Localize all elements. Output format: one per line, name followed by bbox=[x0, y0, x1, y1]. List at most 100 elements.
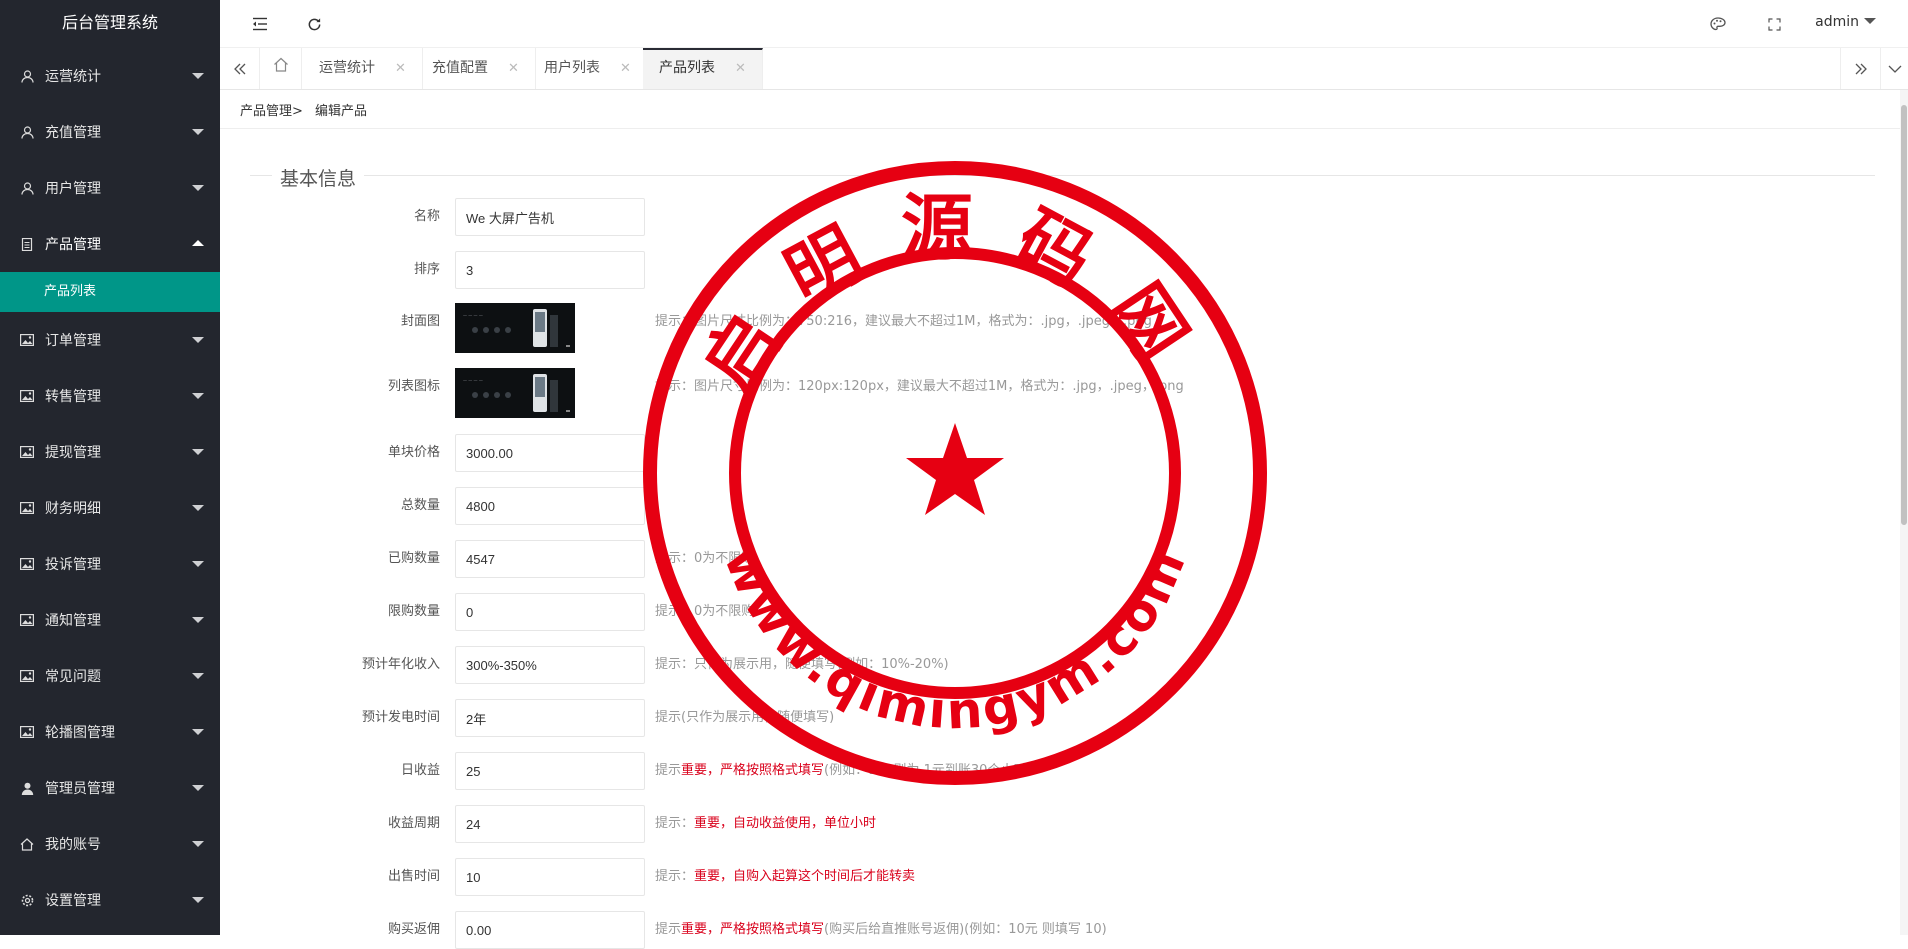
form-row-daily-income: 日收益 提示重要，严格按照格式填写(例如：1元 则为 1元到账30个小时) bbox=[220, 752, 1820, 790]
field-label: 排序 bbox=[413, 262, 440, 277]
form-row-purchased-quantity: 已购数量 提示：0为不限购 bbox=[220, 540, 1820, 578]
gear-icon bbox=[20, 893, 34, 907]
sidebar-item-label: 轮播图管理 bbox=[45, 725, 115, 741]
collapse-menu-icon[interactable] bbox=[250, 14, 270, 34]
purchase-rebate-input[interactable] bbox=[455, 911, 645, 949]
field-label: 列表图标 bbox=[387, 379, 440, 394]
refresh-icon[interactable] bbox=[304, 14, 324, 34]
sidebar-item-my-account[interactable]: 我的账号 bbox=[0, 816, 220, 872]
field-label: 已购数量 bbox=[387, 551, 440, 566]
purchase-limit-input[interactable] bbox=[455, 593, 645, 631]
field-label: 购买返佣 bbox=[387, 922, 440, 937]
form-row-generation-time: 预计发电时间 提示(只作为展示用，随便填写) bbox=[220, 699, 1820, 737]
scroll-left-icon[interactable] bbox=[220, 48, 260, 89]
sidebar-item-faq[interactable]: 常见问题 bbox=[0, 648, 220, 704]
svg-text:— — — —: — — — — bbox=[463, 378, 483, 383]
tab-label: 用户列表 bbox=[544, 60, 600, 76]
form-row-sale-time: 出售时间 提示：重要，自购入起算这个时间后才能转卖 bbox=[220, 858, 1820, 896]
image-icon bbox=[20, 669, 34, 683]
generation-time-input[interactable] bbox=[455, 699, 645, 737]
sale-time-input[interactable] bbox=[455, 858, 645, 896]
tab-recharge-config[interactable]: 充值配置 ✕ bbox=[416, 48, 536, 89]
sidebar-item-products[interactable]: 产品管理 bbox=[0, 216, 220, 272]
home-icon bbox=[20, 837, 34, 851]
sidebar-item-users[interactable]: 用户管理 bbox=[0, 160, 220, 216]
sidebar-item-label: 订单管理 bbox=[45, 333, 101, 349]
daily-income-input[interactable] bbox=[455, 752, 645, 790]
close-icon[interactable]: ✕ bbox=[735, 61, 746, 76]
sidebar-item-label: 充值管理 bbox=[45, 125, 101, 141]
sidebar-item-recharge[interactable]: 充值管理 bbox=[0, 104, 220, 160]
chevron-down-icon bbox=[192, 505, 204, 511]
sidebar-item-finance[interactable]: 财务明细 bbox=[0, 480, 220, 536]
sidebar-item-label: 我的账号 bbox=[45, 837, 101, 853]
user-icon bbox=[20, 125, 34, 139]
income-cycle-input[interactable] bbox=[455, 805, 645, 843]
tab-menu-icon[interactable] bbox=[1880, 48, 1908, 89]
sidebar-item-orders[interactable]: 订单管理 bbox=[0, 312, 220, 368]
tab-home[interactable] bbox=[260, 48, 302, 89]
list-icon-upload[interactable]: — — — — bbox=[455, 368, 575, 418]
field-hint: 提示：0为不限购 bbox=[655, 604, 755, 619]
tab-operations[interactable]: 运营统计 ✕ bbox=[303, 48, 423, 89]
chevron-down-icon bbox=[192, 897, 204, 903]
sidebar-item-label: 投诉管理 bbox=[45, 557, 101, 573]
form-row-annual-income: 预计年化收入 提示：只作为展示用，随便填写(例如：10%-20%) bbox=[220, 646, 1820, 684]
chevron-down-icon bbox=[192, 729, 204, 735]
unit-price-input[interactable] bbox=[455, 434, 645, 472]
form-row-total-quantity: 总数量 bbox=[220, 487, 1820, 525]
sidebar-item-label: 常见问题 bbox=[45, 669, 101, 685]
cover-image-upload[interactable]: — — — — bbox=[455, 303, 575, 353]
close-icon[interactable]: ✕ bbox=[395, 61, 406, 76]
form-row-income-cycle: 收益周期 提示：重要，自动收益使用，单位小时 bbox=[220, 805, 1820, 843]
divider bbox=[220, 128, 1908, 129]
annual-income-input[interactable] bbox=[455, 646, 645, 684]
sidebar-item-label: 设置管理 bbox=[45, 893, 101, 909]
field-label: 单块价格 bbox=[387, 445, 440, 460]
form-row-purchase-rebate: 购买返佣 提示重要，严格按照格式填写(购买后给直推账号返佣)(例如：10元 则填… bbox=[220, 911, 1820, 949]
purchased-quantity-input[interactable] bbox=[455, 540, 645, 578]
field-label: 名称 bbox=[413, 209, 440, 224]
person-icon bbox=[20, 781, 34, 795]
sidebar-item-withdraw[interactable]: 提现管理 bbox=[0, 424, 220, 480]
scrollbar-thumb[interactable] bbox=[1901, 105, 1907, 525]
hint-prefix: 提示 bbox=[655, 763, 682, 778]
form-row-sort: 排序 bbox=[220, 251, 1820, 289]
scroll-right-icon[interactable] bbox=[1840, 48, 1880, 89]
sidebar-item-settings[interactable]: 设置管理 bbox=[0, 872, 220, 928]
sidebar-item-label: 转售管理 bbox=[45, 389, 101, 405]
form-row-unit-price: 单块价格 bbox=[220, 434, 1820, 472]
hint-prefix: 提示： bbox=[655, 869, 695, 884]
sort-input[interactable] bbox=[455, 251, 645, 289]
tab-user-list[interactable]: 用户列表 ✕ bbox=[528, 48, 648, 89]
theme-icon[interactable] bbox=[1708, 14, 1728, 34]
sidebar-item-operations[interactable]: 运营统计 bbox=[0, 48, 220, 104]
sidebar-item-notices[interactable]: 通知管理 bbox=[0, 592, 220, 648]
name-input[interactable] bbox=[455, 198, 645, 236]
fieldset-legend: 基本信息 bbox=[272, 164, 365, 191]
breadcrumb-parent[interactable]: 产品管理> bbox=[240, 104, 303, 119]
fullscreen-icon[interactable] bbox=[1764, 14, 1784, 34]
tab-label: 运营统计 bbox=[319, 60, 375, 76]
chevron-down-icon bbox=[1864, 18, 1876, 24]
chevron-down-icon bbox=[192, 617, 204, 623]
hint-important: 重要，自动收益使用，单位小时 bbox=[694, 816, 877, 831]
sidebar-item-banners[interactable]: 轮播图管理 bbox=[0, 704, 220, 760]
sidebar-item-admins[interactable]: 管理员管理 bbox=[0, 760, 220, 816]
sidebar-item-label: 产品管理 bbox=[45, 237, 101, 253]
chevron-up-icon bbox=[192, 240, 204, 246]
scrollbar[interactable] bbox=[1900, 90, 1908, 935]
sidebar-subitem-product-list[interactable]: 产品列表 bbox=[0, 272, 220, 312]
user-menu[interactable]: admin bbox=[1815, 14, 1876, 30]
sidebar-item-complaints[interactable]: 投诉管理 bbox=[0, 536, 220, 592]
close-icon[interactable]: ✕ bbox=[508, 61, 519, 76]
top-header: admin bbox=[220, 0, 1908, 48]
field-hint: 提示：重要，自动收益使用，单位小时 bbox=[655, 805, 876, 843]
close-icon[interactable]: ✕ bbox=[620, 61, 631, 76]
tab-product-list[interactable]: 产品列表 ✕ bbox=[643, 48, 763, 89]
field-hint: 提示：图片尺寸比例为：750:216，建议最大不超过1M，格式为：.jpg，.j… bbox=[655, 314, 1152, 329]
breadcrumb: 产品管理> 编辑产品 bbox=[240, 100, 367, 119]
sidebar-item-resale[interactable]: 转售管理 bbox=[0, 368, 220, 424]
total-quantity-input[interactable] bbox=[455, 487, 645, 525]
sidebar-item-label: 提现管理 bbox=[45, 445, 101, 461]
